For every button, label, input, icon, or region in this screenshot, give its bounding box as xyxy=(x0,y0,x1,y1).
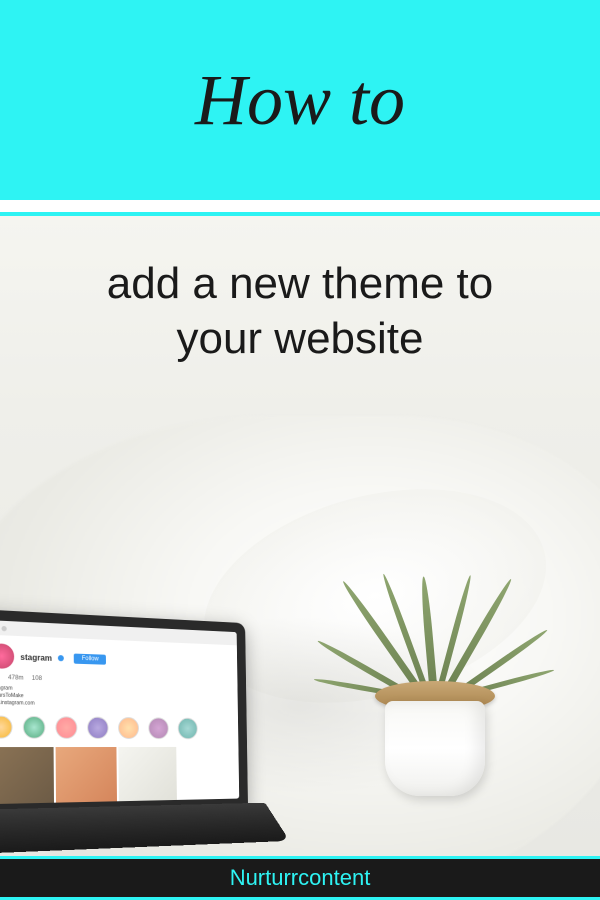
post-grid xyxy=(0,747,231,804)
laptop-illustration: stagram Follow 265 478m 108 Instagram #Y… xyxy=(0,609,266,856)
verified-icon xyxy=(58,655,64,661)
post-thumbnail xyxy=(0,747,54,804)
story-circle xyxy=(87,717,109,739)
following-count: 108 xyxy=(32,676,42,682)
main-content-area: add a new theme to your website xyxy=(0,216,600,856)
laptop-frame: stagram Follow 265 478m 108 Instagram #Y… xyxy=(0,609,248,816)
pot-body xyxy=(385,701,485,796)
header-title: How to xyxy=(195,59,405,142)
story-circle xyxy=(148,717,169,739)
story-circle xyxy=(55,716,77,739)
followers-count: 478m xyxy=(8,675,24,682)
story-circle xyxy=(23,716,46,739)
laptop-screen: stagram Follow 265 478m 108 Instagram #Y… xyxy=(0,620,239,805)
laptop-keyboard xyxy=(0,803,290,856)
profile-avatar xyxy=(0,643,14,669)
brand-name: Nurturrcontent xyxy=(230,865,371,891)
follow-button: Follow xyxy=(74,654,107,665)
story-circle xyxy=(0,715,13,738)
story-circle xyxy=(118,717,139,739)
stats-row: 265 478m 108 xyxy=(0,675,229,687)
bio-text: Instagram #YoursToMake help.instagram.co… xyxy=(0,685,229,711)
plant-decoration xyxy=(370,656,500,796)
profile-header: stagram Follow xyxy=(0,643,229,675)
footer-banner: Nurturrcontent xyxy=(0,856,600,900)
story-highlights xyxy=(0,715,230,739)
post-thumbnail xyxy=(118,747,177,804)
header-banner: How to xyxy=(0,0,600,200)
screen-content: stagram Follow 265 478m 108 Instagram #Y… xyxy=(0,634,239,804)
profile-name: stagram xyxy=(20,652,52,662)
post-thumbnail xyxy=(56,747,117,804)
subtitle-text: add a new theme to your website xyxy=(60,256,540,366)
story-circle xyxy=(178,718,198,740)
plant-leaves xyxy=(335,516,535,696)
